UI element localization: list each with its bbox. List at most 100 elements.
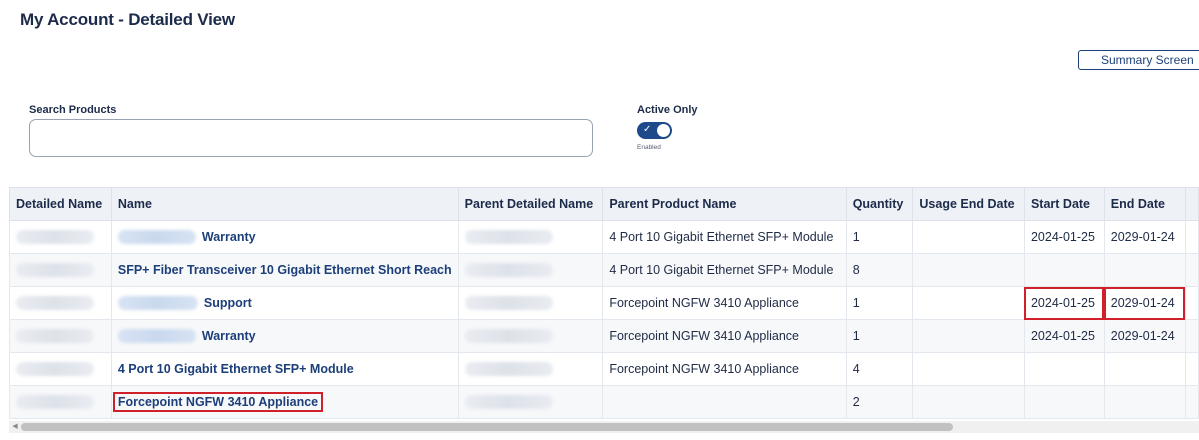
usage-end-date-cell <box>912 220 1025 254</box>
redacted-value <box>464 362 553 377</box>
search-products-label: Search Products <box>29 104 117 116</box>
parent-detailed-name-cell <box>457 220 604 254</box>
column-header-parent-detailed-name[interactable]: Parent Detailed Name <box>457 187 604 221</box>
product-name-link-highlighted[interactable]: Forcepoint NGFW 3410 Appliance <box>112 392 324 412</box>
start-date-cell-highlighted: 2024-01-25 <box>1023 286 1105 320</box>
detailed-name-cell <box>9 352 112 386</box>
column-header-overflow <box>1184 187 1199 221</box>
detailed-name-cell <box>9 286 112 320</box>
products-table: Detailed Name Name Parent Detailed Name … <box>9 187 1199 419</box>
column-header-detailed-name[interactable]: Detailed Name <box>9 187 112 221</box>
scroll-left-arrow-icon[interactable]: ◀ <box>9 421 21 433</box>
end-date-cell <box>1103 352 1186 386</box>
name-cell: Warranty <box>110 220 459 254</box>
redacted-value <box>464 296 553 311</box>
parent-detailed-name-cell <box>457 352 604 386</box>
detailed-name-cell <box>9 253 112 287</box>
overflow-cell <box>1184 286 1199 320</box>
overflow-cell <box>1184 385 1199 419</box>
product-name-link[interactable]: Support <box>204 296 252 310</box>
page-title: My Account - Detailed View <box>20 10 235 29</box>
active-only-toggle[interactable]: ✓ <box>637 122 672 139</box>
column-header-parent-product-name[interactable]: Parent Product Name <box>602 187 847 221</box>
name-cell: 4 Port 10 Gigabit Ethernet SFP+ Module <box>110 352 459 386</box>
usage-end-date-cell <box>912 352 1025 386</box>
redacted-value <box>117 329 196 344</box>
overflow-cell <box>1184 319 1199 353</box>
redacted-value <box>464 263 553 278</box>
table-header-row: Detailed Name Name Parent Detailed Name … <box>9 187 1199 221</box>
start-date-cell <box>1023 385 1105 419</box>
account-detailed-view: My Account - Detailed View Summary Scree… <box>0 0 1199 440</box>
overflow-cell <box>1184 253 1199 287</box>
table-row: Support Forcepoint NGFW 3410 Appliance 1… <box>9 286 1199 320</box>
scrollbar-thumb[interactable] <box>21 423 953 431</box>
quantity-cell: 1 <box>845 220 914 254</box>
name-cell: Support <box>110 286 459 320</box>
usage-end-date-cell <box>912 319 1025 353</box>
parent-detailed-name-cell <box>457 286 604 320</box>
redacted-value <box>117 230 196 245</box>
redacted-value <box>16 395 94 410</box>
table-row: Forcepoint NGFW 3410 Appliance 2 <box>9 385 1199 419</box>
end-date-cell: 2029-01-24 <box>1103 319 1186 353</box>
redacted-value <box>464 230 553 245</box>
search-products-input[interactable] <box>29 119 593 157</box>
column-header-end-date[interactable]: End Date <box>1103 187 1186 221</box>
usage-end-date-cell <box>912 385 1025 419</box>
toggle-state-label: Enabled <box>637 144 661 151</box>
detailed-name-cell <box>9 319 112 353</box>
usage-end-date-cell <box>912 253 1025 287</box>
start-date-cell: 2024-01-25 <box>1023 319 1105 353</box>
detailed-name-cell <box>9 385 112 419</box>
end-date-cell <box>1103 253 1186 287</box>
table-row: Warranty 4 Port 10 Gigabit Ethernet SFP+… <box>9 220 1199 254</box>
name-cell: Forcepoint NGFW 3410 Appliance <box>110 385 459 419</box>
quantity-cell: 1 <box>845 286 914 320</box>
quantity-cell: 8 <box>845 253 914 287</box>
column-header-quantity[interactable]: Quantity <box>845 187 914 221</box>
detailed-name-cell <box>9 220 112 254</box>
table-row: SFP+ Fiber Transceiver 10 Gigabit Ethern… <box>9 253 1199 287</box>
column-header-name[interactable]: Name <box>110 187 459 221</box>
parent-detailed-name-cell <box>457 319 604 353</box>
overflow-cell <box>1184 352 1199 386</box>
quantity-cell: 4 <box>845 352 914 386</box>
redacted-value <box>16 329 94 344</box>
end-date-cell-highlighted: 2029-01-24 <box>1103 286 1186 320</box>
start-date-cell <box>1023 352 1105 386</box>
overflow-cell <box>1184 220 1199 254</box>
summary-screen-button[interactable]: Summary Screen <box>1078 50 1199 70</box>
table-row: Warranty Forcepoint NGFW 3410 Appliance … <box>9 319 1199 353</box>
quantity-cell: 1 <box>845 319 914 353</box>
redacted-value <box>16 263 94 278</box>
parent-product-name-cell: Forcepoint NGFW 3410 Appliance <box>602 352 847 386</box>
product-name-link[interactable]: 4 Port 10 Gigabit Ethernet SFP+ Module <box>118 362 354 376</box>
start-date-cell: 2024-01-25 <box>1023 220 1105 254</box>
redacted-value <box>16 296 94 311</box>
parent-detailed-name-cell <box>457 385 604 419</box>
parent-product-name-cell: 4 Port 10 Gigabit Ethernet SFP+ Module <box>602 253 847 287</box>
column-header-usage-end-date[interactable]: Usage End Date <box>912 187 1025 221</box>
redacted-value <box>117 296 198 311</box>
products-table-container: Detailed Name Name Parent Detailed Name … <box>9 187 1199 420</box>
column-header-start-date[interactable]: Start Date <box>1023 187 1105 221</box>
start-date-cell <box>1023 253 1105 287</box>
parent-detailed-name-cell <box>457 253 604 287</box>
redacted-value <box>16 362 94 377</box>
redacted-value <box>16 230 94 245</box>
parent-product-name-cell: Forcepoint NGFW 3410 Appliance <box>602 319 847 353</box>
quantity-cell: 2 <box>845 385 914 419</box>
product-name-link[interactable]: SFP+ Fiber Transceiver 10 Gigabit Ethern… <box>118 263 452 277</box>
end-date-cell <box>1103 385 1186 419</box>
usage-end-date-cell <box>912 286 1025 320</box>
parent-product-name-cell: 4 Port 10 Gigabit Ethernet SFP+ Module <box>602 220 847 254</box>
toggle-knob <box>657 124 670 137</box>
end-date-cell: 2029-01-24 <box>1103 220 1186 254</box>
product-name-link[interactable]: Warranty <box>202 329 256 343</box>
redacted-value <box>464 329 553 344</box>
product-name-link[interactable]: Warranty <box>202 230 256 244</box>
horizontal-scrollbar[interactable]: ◀ <box>9 421 1199 433</box>
redacted-value <box>464 395 553 410</box>
name-cell: SFP+ Fiber Transceiver 10 Gigabit Ethern… <box>110 253 459 287</box>
